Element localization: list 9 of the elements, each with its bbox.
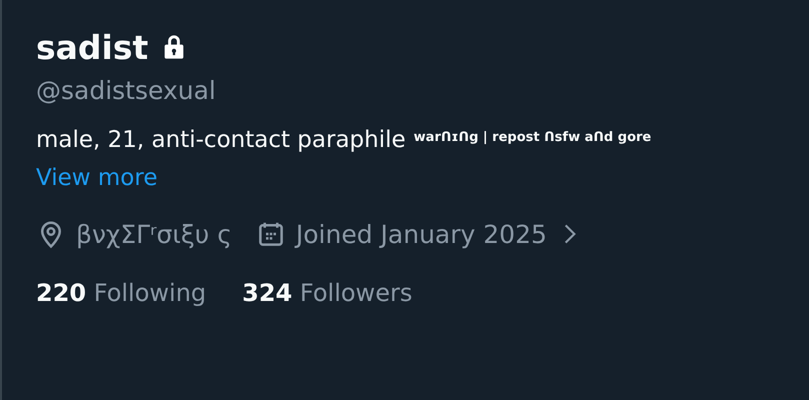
joined-date: Joined January 2025 xyxy=(296,220,547,248)
follow-count-link[interactable]: 324 Followers xyxy=(242,279,412,307)
location-text: βνχΣΓʳσιξυ ς xyxy=(76,220,232,248)
view-more-link[interactable]: View more xyxy=(36,165,158,191)
bio-text: male, 21, anti-contact paraphile xyxy=(36,127,406,153)
bio-note: warᑎɪᑎg | repost ᑎsfw aᑎd gore xyxy=(414,130,652,145)
user-handle: @sadistsexual xyxy=(36,76,217,105)
follow-count-link[interactable]: 220 Following xyxy=(36,279,206,307)
display-name: sadist xyxy=(36,28,148,66)
